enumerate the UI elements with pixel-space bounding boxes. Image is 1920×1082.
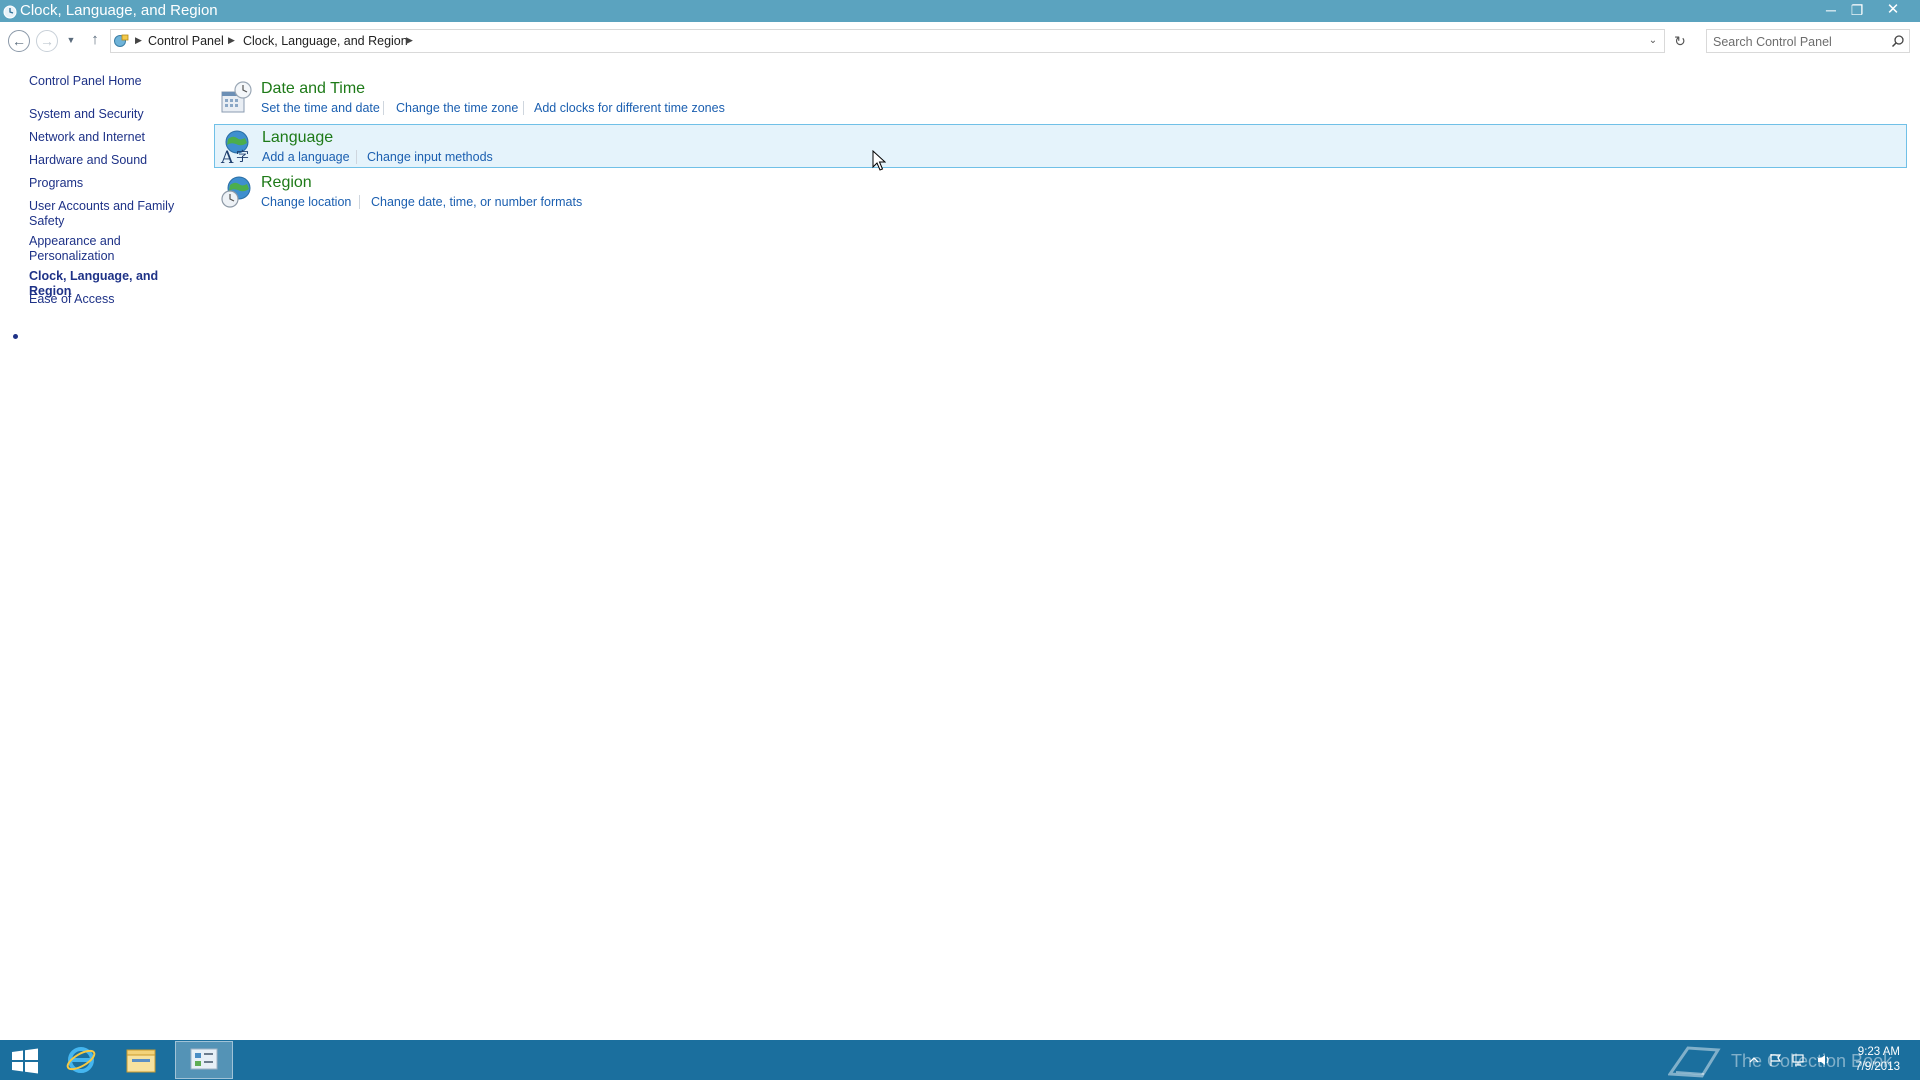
minimize-button[interactable]: ─ — [1818, 0, 1844, 22]
task-set-time-date[interactable]: Set the time and date — [261, 101, 380, 115]
category-language[interactable]: A 字 Language Add a language Change input… — [214, 124, 1907, 168]
window-title: Clock, Language, and Region — [20, 2, 218, 19]
breadcrumb-clock-language-region[interactable]: Clock, Language, and Region — [243, 34, 408, 48]
date-time-icon[interactable] — [219, 80, 255, 116]
region-globe-icon[interactable] — [219, 174, 255, 210]
control-panel-icon — [190, 1048, 218, 1070]
sidebar-item-network-internet[interactable]: Network and Internet — [29, 130, 199, 145]
task-change-time-zone[interactable]: Change the time zone — [396, 101, 518, 115]
forward-button[interactable]: → — [36, 30, 58, 52]
refresh-icon: ↻ — [1674, 33, 1686, 49]
folder-icon — [126, 1049, 156, 1073]
clock-time: 9:23 AM — [1857, 1046, 1900, 1058]
clock-date: 7/9/2013 — [1855, 1061, 1900, 1073]
sidebar-item-hardware-sound[interactable]: Hardware and Sound — [29, 153, 199, 168]
sidebar-item-system-security[interactable]: System and Security — [29, 107, 199, 122]
task-change-location[interactable]: Change location — [261, 195, 351, 209]
taskbar-file-explorer[interactable] — [112, 1041, 170, 1079]
sidebar-item-programs[interactable]: Programs — [29, 176, 199, 191]
taskbar: The Collection Book 9:23 AM 7/9/2013 — [0, 1040, 1920, 1080]
chevron-down-icon: ▼ — [66, 35, 76, 45]
search-input[interactable] — [1711, 32, 1885, 52]
show-hidden-icons-icon[interactable] — [1746, 1053, 1762, 1067]
task-separator — [523, 101, 524, 115]
refresh-button[interactable]: ↻ — [1669, 29, 1691, 53]
internet-explorer-icon — [66, 1047, 96, 1073]
category-title-language[interactable]: Language — [262, 129, 333, 147]
task-change-formats[interactable]: Change date, time, or number formats — [371, 195, 582, 209]
action-center-flag-icon[interactable] — [1768, 1053, 1784, 1067]
network-icon[interactable] — [1792, 1053, 1808, 1067]
sidebar-item-appearance[interactable]: Appearance and Personalization — [29, 234, 139, 264]
task-add-language[interactable]: Add a language — [262, 150, 350, 164]
back-arrow-icon: ← — [12, 33, 26, 49]
volume-speaker-icon[interactable] — [1816, 1053, 1832, 1067]
control-panel-location-icon — [114, 34, 129, 47]
svg-text:A: A — [220, 148, 234, 165]
system-clock[interactable]: 9:23 AM 7/9/2013 — [1840, 1045, 1900, 1075]
mouse-cursor-icon — [872, 150, 886, 171]
breadcrumb-separator-icon: ▶ — [135, 35, 142, 45]
search-icon[interactable] — [1891, 34, 1905, 48]
sidebar-control-panel-home[interactable]: Control Panel Home — [29, 74, 199, 89]
category-title-region[interactable]: Region — [261, 174, 312, 192]
sidebar-item-ease-of-access[interactable]: Ease of Access — [29, 292, 199, 307]
sidebar-item-user-accounts[interactable]: User Accounts and Family Safety — [29, 199, 179, 229]
up-button[interactable]: ↑ — [84, 30, 106, 52]
navigation-bar: ← → ▼ ↑ ▶ Control Panel ▶ Clock, Languag… — [0, 22, 1920, 58]
taskbar-control-panel[interactable] — [175, 1041, 233, 1079]
breadcrumb-separator-icon[interactable]: ▶ — [406, 35, 413, 46]
address-dropdown-button[interactable]: ⌄ — [1643, 31, 1663, 51]
breadcrumb-control-panel[interactable]: Control Panel — [148, 34, 224, 48]
recent-locations-button[interactable]: ▼ — [64, 30, 78, 52]
chevron-down-icon: ⌄ — [1648, 35, 1658, 46]
current-page-bullet — [13, 334, 18, 339]
breadcrumb-separator-icon[interactable]: ▶ — [228, 35, 235, 46]
control-panel-icon — [3, 5, 17, 19]
task-separator — [383, 101, 384, 115]
up-arrow-icon: ↑ — [91, 31, 99, 48]
taskbar-internet-explorer[interactable] — [52, 1041, 110, 1079]
category-title-date-time[interactable]: Date and Time — [261, 80, 365, 98]
close-button[interactable]: ✕ — [1866, 0, 1920, 22]
forward-arrow-icon: → — [40, 33, 54, 49]
task-change-input-methods[interactable]: Change input methods — [367, 150, 493, 164]
svg-text:字: 字 — [236, 150, 249, 165]
address-bar[interactable]: ▶ Control Panel ▶ Clock, Language, and R… — [110, 29, 1665, 53]
task-separator — [356, 150, 357, 164]
task-separator — [359, 195, 360, 209]
title-bar: Clock, Language, and Region ─ ❐ ✕ — [0, 0, 1920, 22]
start-button-windows-icon[interactable] — [8, 1046, 42, 1076]
category-region: Region Change location Change date, time… — [215, 170, 1908, 214]
search-box[interactable] — [1706, 29, 1910, 53]
category-date-time: Date and Time Set the time and date Chan… — [215, 76, 1908, 120]
back-button[interactable]: ← — [8, 30, 30, 52]
language-icon[interactable]: A 字 — [219, 129, 255, 165]
task-add-clocks[interactable]: Add clocks for different time zones — [534, 101, 725, 115]
